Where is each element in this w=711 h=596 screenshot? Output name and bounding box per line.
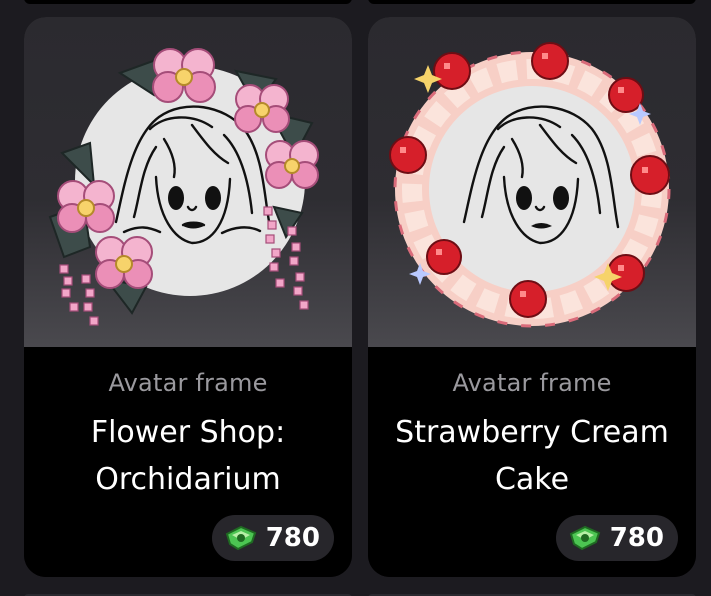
item-name-line-2: Orchidarium (95, 462, 281, 497)
orchid-flower (95, 236, 153, 289)
orchid-flower-frame-icon (48, 48, 319, 326)
item-info: Avatar frame Strawberry Cream Cake 780 (368, 347, 696, 577)
item-category: Avatar frame (108, 369, 268, 397)
item-category: Avatar frame (452, 369, 612, 397)
item-grid: Avatar frame Flower Shop: Orchidarium 78… (0, 0, 711, 596)
item-preview (24, 17, 352, 347)
price-value: 780 (265, 523, 320, 553)
item-name-line-2: Cake (494, 462, 570, 497)
item-name: Flower Shop: Orchidarium (34, 409, 342, 503)
previous-row-card-edge (368, 0, 696, 4)
item-name: Strawberry Cream Cake (378, 409, 686, 503)
item-name-line-1: Flower Shop: (90, 415, 286, 450)
shop-item-card[interactable]: Avatar frame Flower Shop: Orchidarium 78… (24, 17, 352, 577)
shop-item-card[interactable]: Avatar frame Strawberry Cream Cake 780 (368, 17, 696, 577)
price-badge[interactable]: 780 (555, 515, 678, 561)
item-preview (368, 17, 696, 347)
previous-row-card-edge (24, 0, 352, 4)
price-badge[interactable]: 780 (211, 515, 334, 561)
item-name-line-1: Strawberry Cream (395, 415, 669, 450)
strawberry-cream-frame-icon (389, 42, 671, 328)
price-value: 780 (609, 523, 664, 553)
item-info: Avatar frame Flower Shop: Orchidarium 78… (24, 347, 352, 577)
green-gem-icon (224, 524, 258, 552)
green-gem-icon (568, 524, 602, 552)
